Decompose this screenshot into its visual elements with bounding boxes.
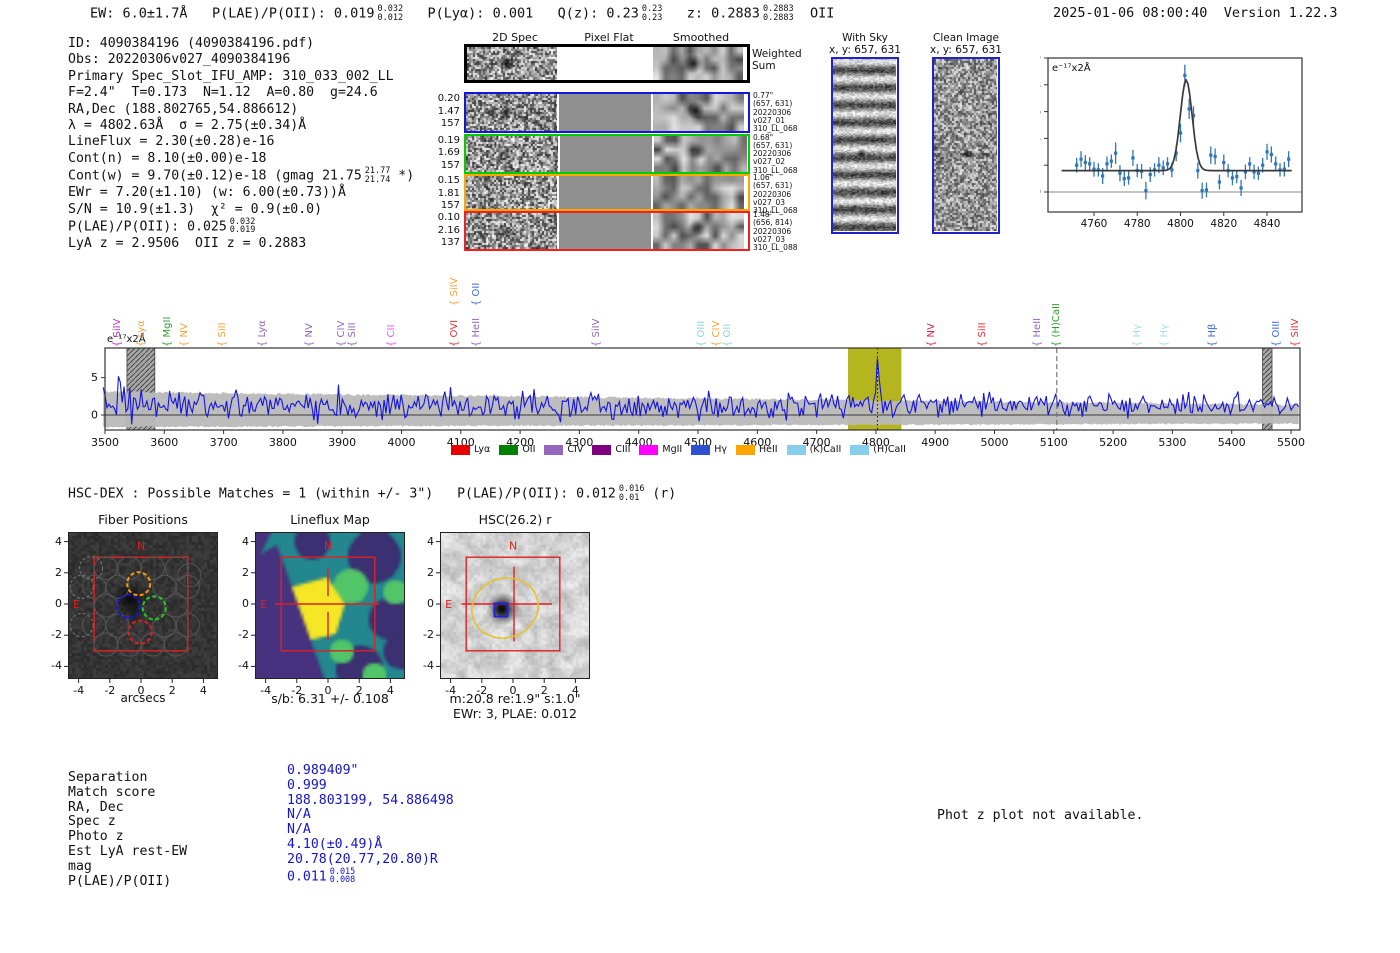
match-row-label: mag [68,858,92,874]
panel-y-tick: 2 [427,565,434,579]
match-row-label: Match score [68,784,156,800]
panel-y-tick: 4 [55,534,62,548]
match-table-values: 0.989409" 0.999 188.803199, 54.886498 N/A N/… [287,763,454,886]
hsc-caption-2: EWr: 3, PLAE: 0.012 [453,706,577,721]
panel-y-tick: 2 [242,565,249,579]
match-row-label: Separation [68,770,148,785]
panel-overlays: N E N E N E [64,540,576,683]
panel-y-tick: -2 [423,628,434,642]
match-row-label: Est LyA rest-EW [68,843,188,859]
panel-y-tick: 4 [242,534,249,548]
panel-y-tick: 4 [427,534,434,548]
panel-y-tick: -4 [423,659,434,673]
match-row-label: Photo z [68,829,124,845]
match-row-value: 4.10(±0.49)Å [287,836,383,852]
panel-y-tick: 0 [55,597,62,610]
hsc-caption-1: m:20.8 re:1.9" s:1.0" [449,691,581,706]
lineflux-caption: s/b: 6.31 +/- 0.108 [271,691,389,706]
match-row-label: P(LAE)/P(OII) [68,873,172,889]
match-row-label: Spec z [68,814,116,830]
panel-y-tick: -2 [238,628,249,642]
match-row-value: N/A [287,822,311,838]
svg-text:E: E [73,598,80,611]
match-row-value: 0.011 0.015 0.008 [287,866,356,886]
panel-y-tick: -4 [238,659,249,673]
hetdex-report-page: EW: 6.0±1.7Å P(LAE)/P(OII): 0.019 0.032 0.… [0,0,1400,953]
match-row-value: 0.989409" [287,763,359,778]
svg-text:E: E [260,598,267,611]
panel-y-tick: -4 [51,659,62,673]
panel-y-tick: 2 [55,565,62,579]
svg-text:N: N [324,540,332,553]
panel-y-tick: 0 [242,597,249,610]
match-row-value: N/A [287,807,311,823]
svg-text:N: N [137,540,145,553]
panel-y-tick: -2 [51,628,62,642]
match-row-value: 0.999 [287,777,327,793]
match-row-value: 20.78(20.77,20.80)R [287,851,438,867]
match-row-label: RA, Dec [68,799,124,815]
svg-text:N: N [509,540,517,553]
match-row-value: 188.803199, 54.886498 [287,792,454,808]
phot-z-note: Phot z plot not available. [937,808,1144,823]
svg-text:E: E [445,598,452,611]
panel-y-tick: 0 [427,597,434,610]
match-table-labels: Separation Match score RA, Dec Spec z Photo … [68,770,188,889]
fiber-xlabel: arcsecs [120,691,166,705]
